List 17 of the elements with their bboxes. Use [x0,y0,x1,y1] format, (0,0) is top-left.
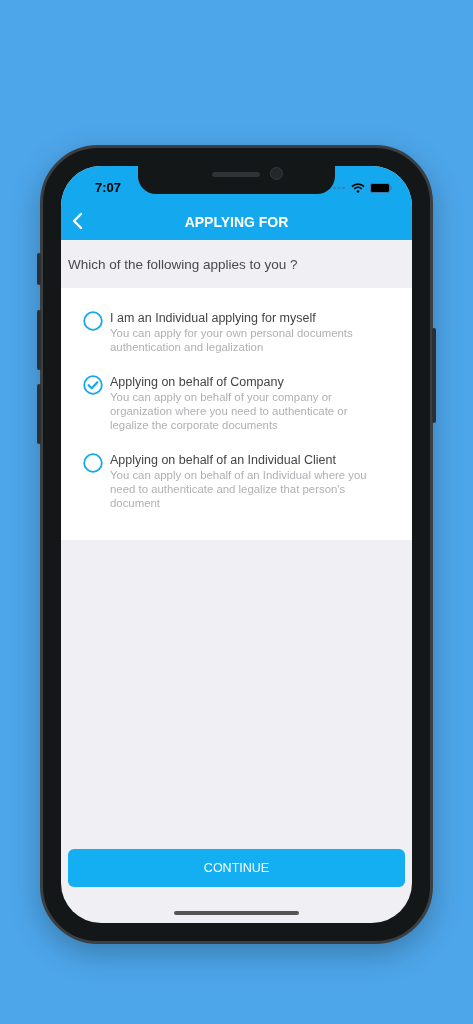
status-time: 7:07 [95,180,122,195]
option-description: You can apply on behalf of an Individual where you need to authenticate and legalize that person's document [110,468,368,510]
question-text: Which of the following applies to you ? [67,255,299,274]
option-title[interactable]: Applying on behalf of an Individual Client [110,452,386,468]
radio-button[interactable] [83,311,103,331]
radio-button[interactable] [83,375,103,395]
back-icon[interactable] [71,212,83,230]
option-description: You can apply for your own personal documents authentication and legalization [110,326,354,354]
radio-button[interactable] [83,453,103,473]
option-title[interactable]: I am an Individual applying for myself [110,310,386,326]
camera-lens [270,167,283,180]
speaker-grille [212,172,260,177]
option-title[interactable]: Applying on behalf of Company [110,374,386,390]
option-description: You can apply on behalf of your company or organization where you need to authenticate or legalize the corporate documents [110,390,349,432]
wifi-icon [351,182,365,193]
battery-icon [370,182,392,193]
screen-title: APPLYING FOR [184,213,289,230]
